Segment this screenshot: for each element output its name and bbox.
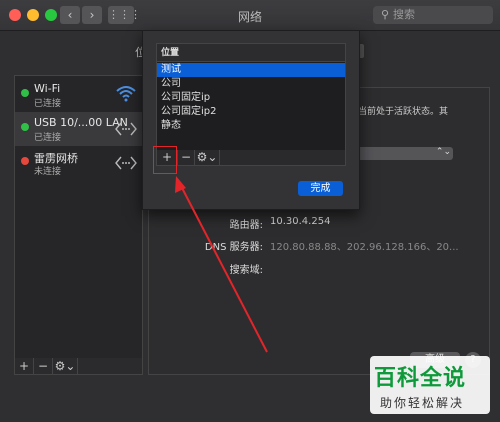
watermark-logo: 百科全说 助你轻松解决 (370, 356, 490, 414)
watermark-title: 百科全说 (374, 366, 467, 391)
network-preferences-window: ‹ › ⋮⋮⋮ 网络 ⚲ 搜索 位 Wi-Fi 已连接 USB 10/...00 … (0, 0, 500, 422)
watermark-subtitle: 助你轻松解决 (380, 396, 465, 410)
